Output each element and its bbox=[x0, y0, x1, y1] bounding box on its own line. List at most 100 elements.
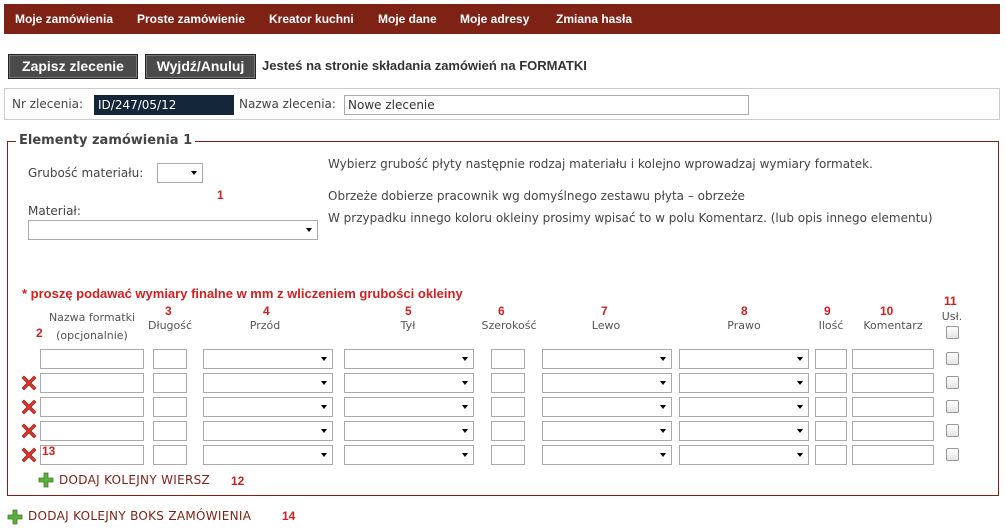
left-select[interactable] bbox=[542, 445, 672, 465]
length-input[interactable] bbox=[153, 397, 187, 417]
length-input[interactable] bbox=[153, 349, 187, 369]
col-name-optional: (opcjonalnie) bbox=[56, 329, 128, 342]
left-select[interactable] bbox=[542, 349, 672, 369]
col-qty-header: Ilość bbox=[818, 319, 844, 332]
left-select[interactable] bbox=[542, 373, 672, 393]
order-number-field[interactable]: ID/247/05/12 bbox=[94, 95, 234, 115]
nav-my-addresses[interactable]: Moje adresy bbox=[460, 12, 529, 26]
width-input[interactable] bbox=[491, 421, 525, 441]
length-input[interactable] bbox=[153, 421, 187, 441]
add-order-box-link[interactable]: DODAJ KOLEJNY BOKS ZAMÓWIENIA bbox=[28, 509, 251, 523]
name-input[interactable] bbox=[40, 373, 144, 393]
qty-input[interactable] bbox=[815, 445, 847, 465]
front-select[interactable] bbox=[203, 349, 333, 369]
right-select[interactable] bbox=[679, 397, 809, 417]
front-select[interactable] bbox=[203, 445, 333, 465]
chevron-down-icon bbox=[191, 171, 197, 175]
col-left-header: Lewo bbox=[591, 319, 621, 332]
delete-row-icon[interactable] bbox=[21, 375, 37, 391]
delete-row-icon[interactable] bbox=[21, 447, 37, 463]
right-select[interactable] bbox=[679, 445, 809, 465]
length-input[interactable] bbox=[153, 445, 187, 465]
marker-12: 12 bbox=[231, 474, 245, 488]
green-plus-icon[interactable] bbox=[7, 509, 23, 525]
length-input[interactable] bbox=[153, 373, 187, 393]
nav-simple-order[interactable]: Proste zamówienie bbox=[137, 12, 245, 26]
chevron-down-icon bbox=[462, 429, 468, 433]
delete-row-icon[interactable] bbox=[21, 399, 37, 415]
chevron-down-icon bbox=[660, 429, 666, 433]
back-select[interactable] bbox=[344, 349, 474, 369]
order-name-field[interactable]: Nowe zlecenie bbox=[344, 95, 749, 115]
order-name-label: Nazwa zlecenia: bbox=[239, 97, 336, 111]
thickness-select[interactable] bbox=[157, 163, 203, 183]
chevron-down-icon bbox=[797, 357, 803, 361]
right-select[interactable] bbox=[679, 373, 809, 393]
chevron-down-icon bbox=[797, 381, 803, 385]
chevron-down-icon bbox=[462, 453, 468, 457]
width-input[interactable] bbox=[491, 373, 525, 393]
qty-input[interactable] bbox=[815, 421, 847, 441]
left-select[interactable] bbox=[542, 421, 672, 441]
service-checkbox[interactable] bbox=[946, 352, 959, 365]
right-select[interactable] bbox=[679, 421, 809, 441]
comment-input[interactable] bbox=[852, 349, 934, 369]
material-select[interactable] bbox=[28, 220, 318, 240]
front-select[interactable] bbox=[203, 421, 333, 441]
material-label: Materiał: bbox=[28, 204, 81, 218]
delete-row-icon[interactable] bbox=[21, 423, 37, 439]
service-checkbox[interactable] bbox=[946, 448, 959, 461]
back-select[interactable] bbox=[344, 445, 474, 465]
name-input[interactable] bbox=[40, 421, 144, 441]
right-select[interactable] bbox=[679, 349, 809, 369]
exit-cancel-button[interactable]: Wyjdź/Anuluj bbox=[145, 54, 256, 79]
qty-input[interactable] bbox=[815, 349, 847, 369]
chevron-down-icon bbox=[660, 453, 666, 457]
col-name-header: Nazwa formatki bbox=[48, 311, 136, 324]
comment-input[interactable] bbox=[852, 421, 934, 441]
width-input[interactable] bbox=[491, 349, 525, 369]
thickness-label: Grubość materiału: bbox=[28, 166, 144, 180]
name-input[interactable] bbox=[40, 349, 144, 369]
width-input[interactable] bbox=[491, 397, 525, 417]
nav-my-orders[interactable]: Moje zamówienia bbox=[15, 12, 113, 26]
back-select[interactable] bbox=[344, 373, 474, 393]
comment-input[interactable] bbox=[852, 445, 934, 465]
col-front-header: Przód bbox=[249, 319, 281, 332]
front-select[interactable] bbox=[203, 373, 333, 393]
qty-input[interactable] bbox=[815, 397, 847, 417]
add-row-link[interactable]: DODAJ KOLEJNY WIERSZ bbox=[59, 473, 210, 487]
back-select[interactable] bbox=[344, 397, 474, 417]
comment-input[interactable] bbox=[852, 397, 934, 417]
service-checkbox[interactable] bbox=[946, 424, 959, 437]
chevron-down-icon bbox=[797, 405, 803, 409]
marker-4: 4 bbox=[263, 304, 270, 318]
chevron-down-icon bbox=[660, 381, 666, 385]
marker-6: 6 bbox=[498, 304, 505, 318]
chevron-down-icon bbox=[660, 357, 666, 361]
qty-input[interactable] bbox=[815, 373, 847, 393]
service-all-checkbox[interactable] bbox=[946, 326, 959, 339]
col-back-header: Tył bbox=[400, 319, 416, 332]
name-input[interactable] bbox=[40, 445, 144, 465]
front-select[interactable] bbox=[203, 397, 333, 417]
service-checkbox[interactable] bbox=[946, 376, 959, 389]
comment-input[interactable] bbox=[852, 373, 934, 393]
back-select[interactable] bbox=[344, 421, 474, 441]
marker-9: 9 bbox=[824, 304, 831, 318]
chevron-down-icon bbox=[321, 429, 327, 433]
service-checkbox[interactable] bbox=[946, 400, 959, 413]
nav-kitchen-creator[interactable]: Kreator kuchni bbox=[269, 12, 354, 26]
page-message: Jesteś na stronie składania zamówień na … bbox=[262, 58, 587, 73]
chevron-down-icon bbox=[321, 357, 327, 361]
info-line-2: Obrzeże dobierze pracownik wg domyślnego… bbox=[328, 189, 745, 203]
col-right-header: Prawo bbox=[727, 319, 761, 332]
left-select[interactable] bbox=[542, 397, 672, 417]
nav-change-password[interactable]: Zmiana hasła bbox=[556, 12, 632, 26]
save-order-button[interactable]: Zapisz zlecenie bbox=[8, 54, 138, 79]
name-input[interactable] bbox=[40, 397, 144, 417]
green-plus-icon[interactable] bbox=[38, 472, 54, 488]
nav-my-data[interactable]: Moje dane bbox=[378, 12, 437, 26]
width-input[interactable] bbox=[491, 445, 525, 465]
marker-10: 10 bbox=[880, 304, 894, 318]
